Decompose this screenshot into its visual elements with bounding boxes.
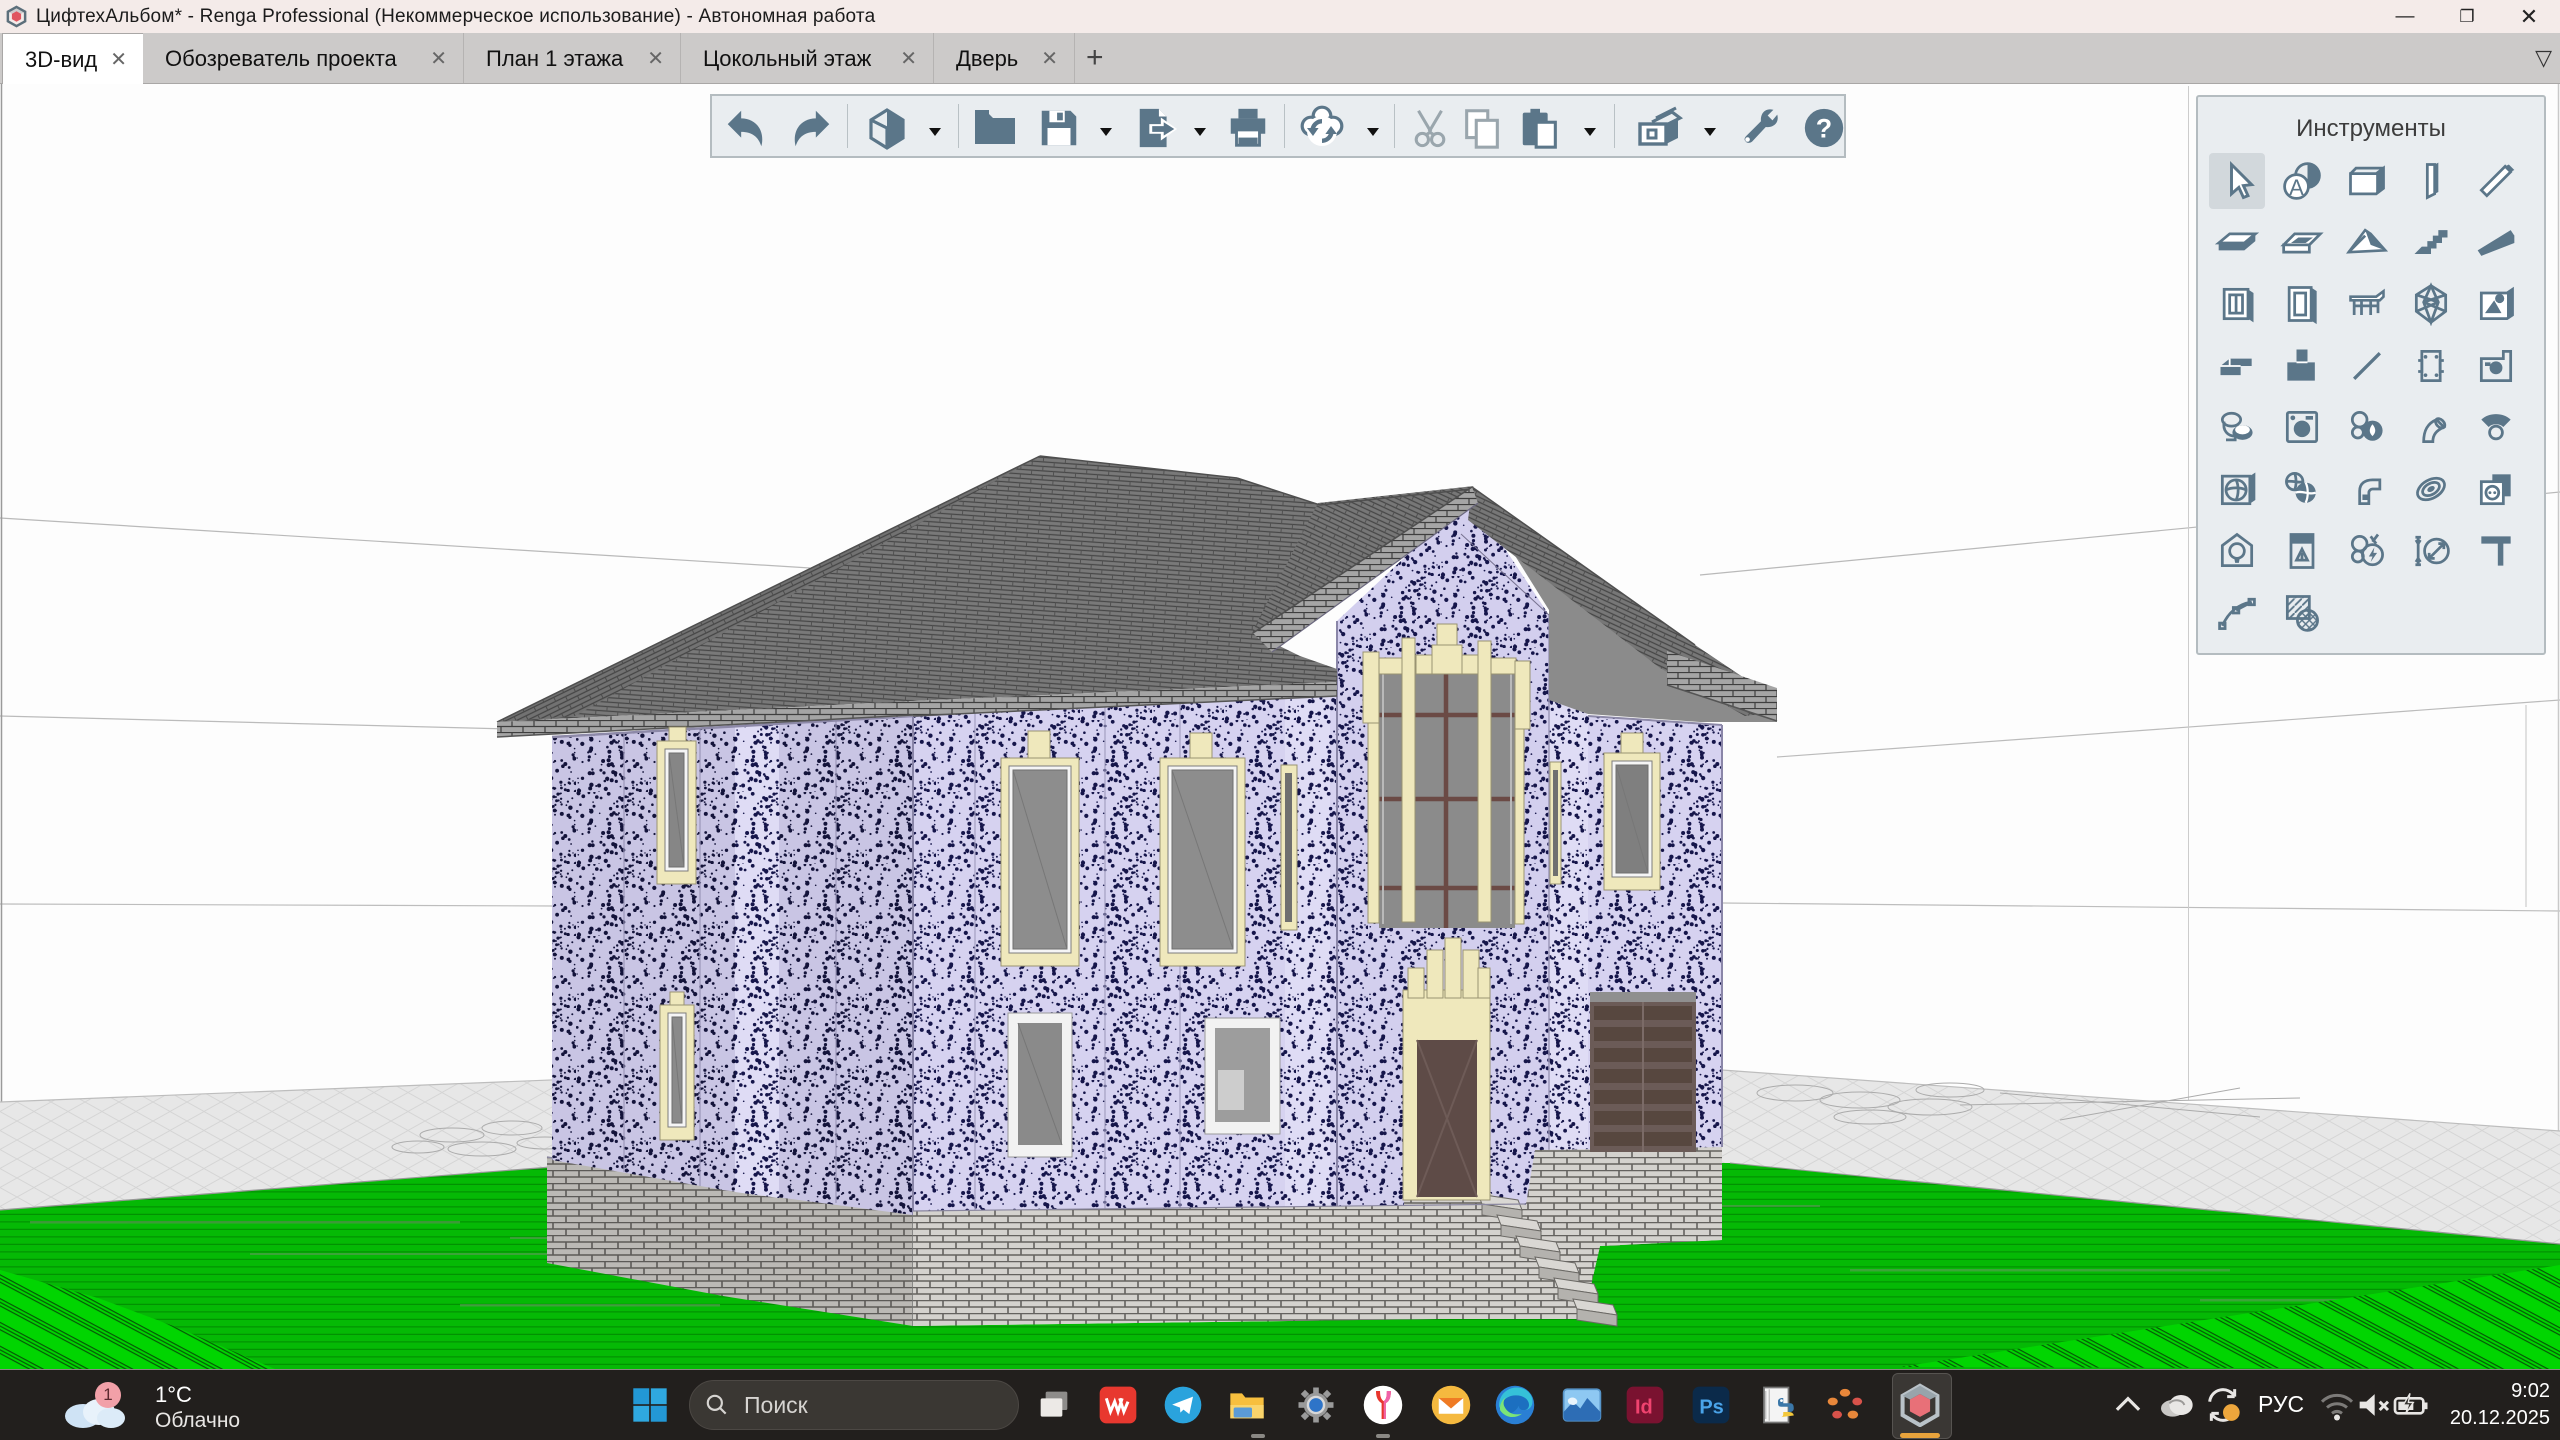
svg-text:Ps: Ps (1699, 1396, 1723, 1418)
svg-text:A: A (2289, 175, 2304, 200)
svg-text:Id: Id (1635, 1396, 1653, 1418)
svg-text:?: ? (1816, 114, 1832, 144)
